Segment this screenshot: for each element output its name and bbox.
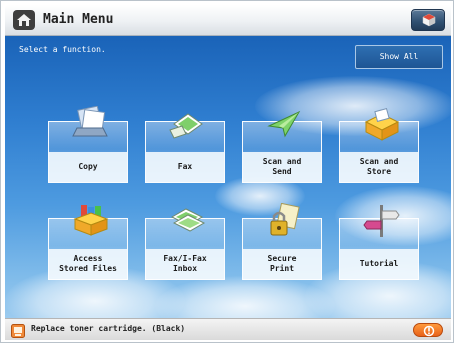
scan-send-icon: [265, 106, 303, 142]
fax-inbox-button[interactable]: Fax/I-Fax Inbox: [145, 208, 225, 280]
tile-label: Copy: [49, 152, 127, 182]
tile-label: Scan and Store: [340, 152, 418, 182]
fax-icon: [168, 106, 206, 142]
screen-frame: Main Menu Select a function. Show All Co…: [0, 0, 454, 343]
home-icon[interactable]: [13, 10, 35, 30]
instruction-text: Select a function.: [19, 45, 106, 54]
stored-files-icon: [71, 203, 109, 239]
fax-button[interactable]: Fax: [145, 113, 225, 183]
tutorial-button[interactable]: Tutorial: [339, 205, 419, 280]
title-bar: Main Menu: [5, 5, 451, 36]
alert-icon: [423, 325, 435, 337]
show-all-button[interactable]: Show All: [355, 45, 443, 69]
page-title: Main Menu: [43, 12, 114, 27]
copy-button[interactable]: Copy: [48, 105, 128, 183]
tutorial-icon: [362, 203, 400, 239]
tile-label: Fax/I-Fax Inbox: [146, 249, 224, 279]
secure-print-icon: [265, 202, 303, 239]
tile-label: Fax: [146, 152, 224, 182]
secure-print-button[interactable]: Secure Print: [242, 202, 322, 280]
status-message: Replace toner cartridge. (Black): [31, 324, 186, 333]
scan-and-store-button[interactable]: Scan and Store: [339, 108, 419, 183]
function-panel: Select a function. Show All Copy Fax Sca…: [5, 36, 451, 318]
status-monitor-button[interactable]: [413, 323, 443, 337]
tile-label: Tutorial: [340, 249, 418, 279]
scan-and-send-button[interactable]: Scan and Send: [242, 110, 322, 183]
tile-label: Access Stored Files: [49, 249, 127, 279]
tile-label: Secure Print: [243, 249, 321, 279]
settings-button[interactable]: [411, 9, 445, 31]
toner-warning-icon: [11, 323, 25, 338]
fax-inbox-icon: [168, 203, 206, 239]
access-stored-files-button[interactable]: Access Stored Files: [48, 205, 128, 280]
status-bar: Replace toner cartridge. (Black): [5, 318, 451, 340]
tile-label: Scan and Send: [243, 152, 321, 182]
scan-store-icon: [362, 106, 400, 142]
copy-icon: [71, 105, 109, 142]
cube-icon: [422, 13, 436, 27]
